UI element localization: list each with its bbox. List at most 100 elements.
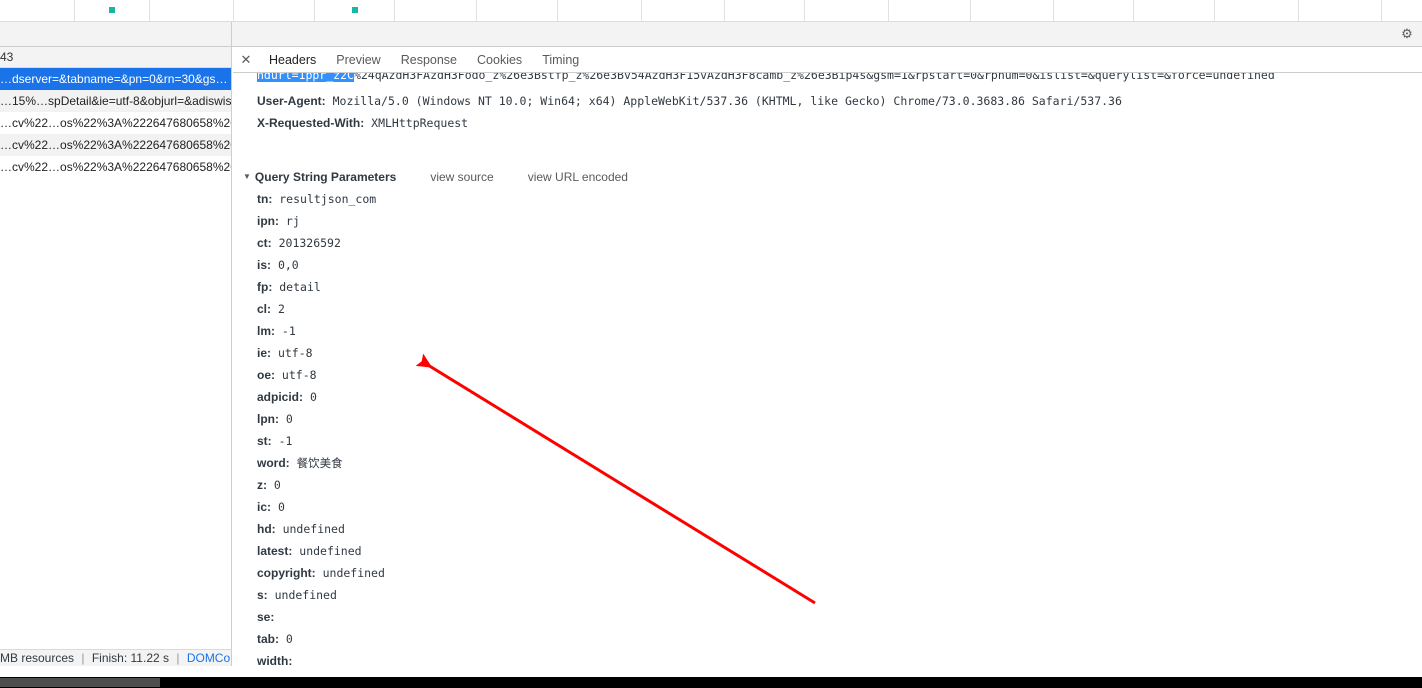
page-strip-cell [805, 0, 889, 21]
query-param-key: lm: [257, 324, 275, 338]
request-list-item[interactable]: …dserver=&tabname=&pn=0&rn=30&gs… [0, 68, 231, 90]
query-param-key: se: [257, 610, 275, 624]
query-param-row: oe: utf-8 [233, 364, 1422, 386]
close-icon[interactable]: ✕ [233, 47, 259, 73]
query-param-row: s: undefined [233, 584, 1422, 606]
network-status-bar: MB resources | Finish: 11.22 s | DOMCo… [0, 649, 232, 666]
query-param-value: 0 [279, 412, 293, 426]
page-strip-cell [642, 0, 725, 21]
query-param-key: copyright: [257, 566, 316, 580]
request-rows-container: …dserver=&tabname=&pn=0&rn=30&gs… …15%…sp… [0, 68, 231, 178]
status-separator-2: | [176, 651, 180, 665]
query-param-row: latest: undefined [233, 540, 1422, 562]
query-param-key: ipn: [257, 214, 279, 228]
query-param-value: undefined [315, 566, 385, 580]
request-url-fragment: hdurl=1ppr_z2C%24qAzdH3FAzdH3Fodo_z%26e3… [257, 73, 1275, 83]
status-dot-icon [109, 7, 115, 13]
query-param-key: ic: [257, 500, 272, 514]
query-param-row: ic: 0 [233, 496, 1422, 518]
request-list-item[interactable]: …cv%22…os%22%3A%222647680658%2C4… [0, 156, 231, 178]
view-source-link[interactable]: view source [430, 166, 493, 188]
toolbar-left-segment [0, 22, 232, 46]
request-list-item[interactable]: …cv%22…os%22%3A%222647680658%2C4… [0, 134, 231, 156]
query-param-row: fp: detail [233, 276, 1422, 298]
page-strip-cell [971, 0, 1054, 21]
status-resources: MB resources [0, 651, 75, 665]
query-param-row: hd: undefined [233, 518, 1422, 540]
page-strip-cell [234, 0, 315, 21]
query-section-title: Query String Parameters [254, 170, 397, 184]
query-param-key: s: [257, 588, 268, 602]
query-param-row: ipn: rj [233, 210, 1422, 232]
query-param-key: oe: [257, 368, 275, 382]
request-detail-pane: ✕ Headers Preview Response Cookies Timing hd… [233, 47, 1422, 666]
page-strip-cell [1054, 0, 1134, 21]
page-strip-cell [477, 0, 558, 21]
query-param-row: is: 0,0 [233, 254, 1422, 276]
query-param-key: word: [257, 456, 290, 470]
query-param-value: utf-8 [275, 368, 317, 382]
request-url-fragment-selected: hdurl=1ppr_z2C [257, 73, 354, 82]
query-param-row: ie: utf-8 [233, 342, 1422, 364]
page-strip-cell [75, 0, 150, 21]
request-header-value: Mozilla/5.0 (Windows NT 10.0; Win64; x64… [325, 94, 1122, 108]
tab-timing[interactable]: Timing [532, 47, 589, 73]
horizontal-scrollbar-thumb[interactable] [0, 678, 160, 687]
request-list-header: 43 [0, 47, 231, 68]
request-list-item[interactable]: …cv%22…os%22%3A%222647680658%2C4… [0, 112, 231, 134]
query-param-row: tn: resultjson_com [233, 188, 1422, 210]
query-param-value: 0,0 [271, 258, 299, 272]
tab-headers[interactable]: Headers [259, 47, 326, 73]
request-headers-list: User-Agent: Mozilla/5.0 (Windows NT 10.0… [233, 90, 1422, 134]
status-domcontentloaded: DOMCo… [186, 651, 231, 665]
query-param-key: tn: [257, 192, 273, 206]
tab-cookies[interactable]: Cookies [467, 47, 532, 73]
query-param-value: 201326592 [271, 236, 341, 250]
page-strip-cell [1299, 0, 1382, 21]
query-param-row: word: 餐饮美食 [233, 452, 1422, 474]
query-param-value: undefined [292, 544, 362, 558]
query-param-row: copyright: undefined [233, 562, 1422, 584]
query-param-row: cl: 2 [233, 298, 1422, 320]
gear-icon[interactable]: ⚙ [1400, 27, 1414, 41]
devtools-panel: ⚙ 43 …dserver=&tabname=&pn=0&rn=30&gs… …1… [0, 22, 1422, 677]
page-strip-cell [558, 0, 642, 21]
tab-preview[interactable]: Preview [326, 47, 390, 73]
query-param-row: z: 0 [233, 474, 1422, 496]
query-param-key: st: [257, 434, 272, 448]
query-param-value: 0 [267, 478, 281, 492]
query-section-header[interactable]: ▼ Query String Parameters view source vi… [233, 166, 1422, 188]
page-content-strip [0, 0, 1422, 22]
request-list-item[interactable]: …15%…spDetail&ie=utf-8&objurl=&adiswis… [0, 90, 231, 112]
network-request-list[interactable]: 43 …dserver=&tabname=&pn=0&rn=30&gs… …15%… [0, 47, 232, 649]
query-param-row: adpicid: 0 [233, 386, 1422, 408]
query-param-key: latest: [257, 544, 293, 558]
query-param-key: hd: [257, 522, 276, 536]
query-param-key: cl: [257, 302, 272, 316]
page-strip-cell [1215, 0, 1299, 21]
query-param-key: is: [257, 258, 272, 272]
headers-tab-body: hdurl=1ppr_z2C%24qAzdH3FAzdH3Fodo_z%26e3… [233, 73, 1422, 666]
status-separator-1: | [81, 651, 85, 665]
query-param-value: 0 [303, 390, 317, 404]
query-param-value: resultjson_com [272, 192, 377, 206]
query-param-value: rj [279, 214, 300, 228]
page-strip-cell [1382, 0, 1422, 21]
page-strip-cell [725, 0, 805, 21]
query-param-value: 0 [279, 632, 293, 646]
request-header-line: X-Requested-With: XMLHttpRequest [233, 112, 1422, 134]
query-param-row: se: [233, 606, 1422, 628]
page-strip-cell [889, 0, 971, 21]
query-params-list: tn: resultjson_com ipn: rj ct: 201326592 is… [233, 188, 1422, 666]
window-bottom-scrollbar[interactable] [0, 677, 1422, 688]
query-param-key: width: [257, 654, 293, 666]
tab-response[interactable]: Response [391, 47, 467, 73]
query-param-value: 2 [271, 302, 285, 316]
chevron-down-icon: ▼ [243, 172, 251, 181]
query-string-parameters-section: ▼ Query String Parameters view source vi… [233, 166, 1422, 666]
view-url-encoded-link[interactable]: view URL encoded [528, 166, 628, 188]
page-strip-cell [315, 0, 395, 21]
page-strip-cell [395, 0, 477, 21]
query-param-row: width: [233, 650, 1422, 666]
toolbar-right-segment: ⚙ [233, 22, 1422, 46]
